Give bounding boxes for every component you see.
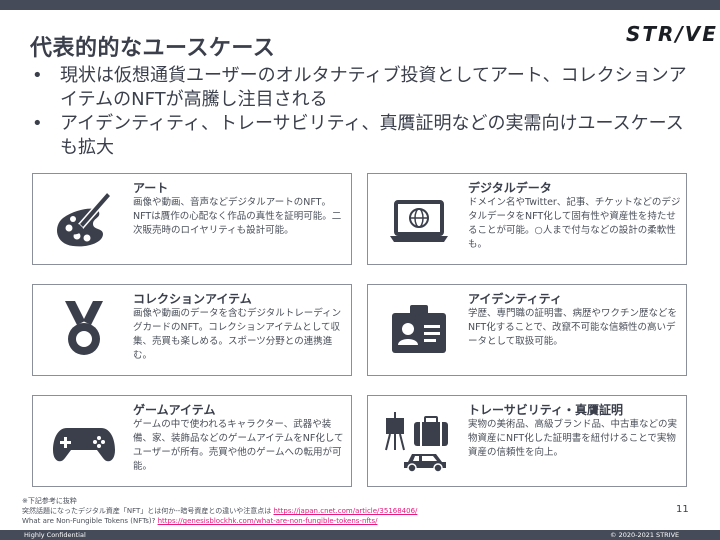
- footer-confidential: Highly Confidential: [24, 531, 86, 539]
- bullet-marker: •: [32, 65, 43, 86]
- usecase-card-traceability: トレーサビリティ・真贋証明 実物の美術品、高級ブランド品、中古車などの実物資産に…: [367, 395, 687, 487]
- reference-text: What are Non-Fungible Tokens (NFTs)?: [22, 517, 156, 525]
- bullet-list: • 現状は仮想通貨ユーザーのオルタナティブ投資としてアート、コレクションアイテムの…: [30, 64, 690, 160]
- usecase-card-digital-data: デジタルデータ ドメイン名やTwitter、記事、チケットなどのデジタルデータを…: [367, 173, 687, 265]
- reference-link-genesis[interactable]: https://genesisblockhk.com/what-are-non-…: [158, 517, 378, 525]
- card-description: 画像や動画のデータを含むデジタルトレーディングカードのNFT。コレクションアイテ…: [133, 308, 342, 361]
- paintbrush-palette-icon: [49, 188, 119, 252]
- notes-heading: ※下記参考に抜粋: [22, 497, 77, 505]
- laptop-globe-icon: [384, 188, 454, 252]
- bullet-text: アイデンティティ、トレーサビリティ、真贋証明などの実需向けユースケースも拡大: [60, 113, 684, 158]
- id-card-icon: [384, 299, 454, 363]
- card-heading: トレーサビリティ・真贋証明: [468, 403, 624, 417]
- card-description: 画像や動画、音声などデジタルアートのNFT。NFTは贋作の心配なく作品の真性を証…: [133, 197, 342, 236]
- bullet-marker: •: [32, 113, 43, 134]
- top-bar: [0, 0, 720, 10]
- bullet-text: 現状は仮想通貨ユーザーのオルタナティブ投資としてアート、コレクションアイテムのN…: [60, 65, 687, 110]
- usecase-card-collection-item: コレクションアイテム 画像や動画のデータを含むデジタルトレーディングカードのNF…: [32, 284, 352, 376]
- strive-logo: STR/VE: [626, 22, 718, 46]
- reference-link-cnet[interactable]: https://japan.cnet.com/article/35168406/: [274, 507, 418, 515]
- card-description: ゲームの中で使われるキャラクター、武器や装備、家、装飾品などのゲームアイテムをN…: [133, 419, 344, 472]
- card-heading: デジタルデータ: [468, 181, 552, 195]
- page-title: 代表的的なユースケース: [30, 36, 276, 61]
- medal-icon: [49, 299, 119, 363]
- reference-notes: ※下記参考に抜粋 突然話題になったデジタル資産「NFT」とは何か--暗号資産との…: [22, 496, 417, 526]
- footer-copyright: © 2020-2021 STRIVE: [610, 531, 680, 539]
- reference-text: 突然話題になったデジタル資産「NFT」とは何か--暗号資産との違いや注意点は: [22, 507, 272, 515]
- card-heading: コレクションアイテム: [133, 292, 252, 306]
- card-description: 実物の美術品、高級ブランド品、中古車などの実物資産にNFT化した証明書を紐付ける…: [468, 419, 678, 458]
- usecase-card-game-item: ゲームアイテム ゲームの中で使われるキャラクター、武器や装備、家、装飾品などのゲ…: [32, 395, 352, 487]
- usecase-card-identity: アイデンティティ 学歴、専門職の証明書、病歴やワクチン歴などをNFT化することで…: [367, 284, 687, 376]
- card-heading: アート: [133, 181, 169, 195]
- card-description: ドメイン名やTwitter、記事、チケットなどのデジタルデータをNFT化して固有…: [468, 197, 681, 250]
- card-heading: アイデンティティ: [468, 292, 562, 306]
- page-number: 11: [676, 504, 689, 515]
- card-heading: ゲームアイテム: [133, 403, 216, 417]
- usecase-card-art: アート 画像や動画、音声などデジタルアートのNFT。NFTは贋作の心配なく作品の…: [32, 173, 352, 265]
- gamepad-icon: [49, 410, 119, 474]
- card-description: 学歴、専門職の証明書、病歴やワクチン歴などをNFT化することで、改竄不可能な信頼…: [468, 308, 678, 347]
- bullet-item: • 現状は仮想通貨ユーザーのオルタナティブ投資としてアート、コレクションアイテムの…: [30, 64, 690, 112]
- bullet-item: • アイデンティティ、トレーサビリティ、真贋証明などの実需向けユースケースも拡大: [30, 112, 690, 160]
- easel-bag-car-icon: [384, 410, 454, 474]
- footer-bar: Highly Confidential © 2020-2021 STRIVE: [0, 530, 720, 540]
